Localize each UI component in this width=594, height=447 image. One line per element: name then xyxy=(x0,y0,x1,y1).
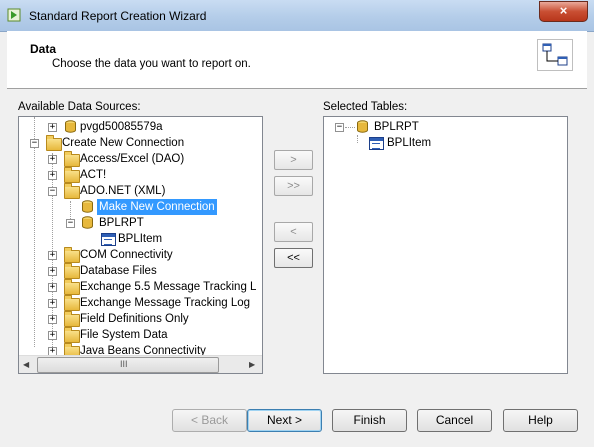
tree-item-label: ACT! xyxy=(80,169,107,181)
wizard-header: Data Choose the data you want to report … xyxy=(7,31,587,89)
tree-connector xyxy=(345,127,355,128)
available-sources-tree[interactable]: + pvgd50085579a − Create New Connection … xyxy=(18,116,263,374)
tree-item-label: Access/Excel (DAO) xyxy=(80,153,185,165)
tree-item-label: BPLItem xyxy=(118,233,163,245)
remove-all-button[interactable]: << xyxy=(274,248,313,268)
tree-item-label: Make New Connection xyxy=(97,199,217,215)
folder-icon xyxy=(64,279,80,295)
finish-button[interactable]: Finish xyxy=(332,409,407,432)
selected-tables-tree[interactable]: − BPLRPT BPLItem xyxy=(323,116,568,374)
tree-item-label: BPLItem xyxy=(387,137,432,149)
folder-icon xyxy=(64,263,80,279)
expand-toggle[interactable]: + xyxy=(48,331,57,340)
collapse-toggle[interactable]: − xyxy=(335,123,344,132)
app-icon xyxy=(7,8,21,22)
cancel-button[interactable]: Cancel xyxy=(417,409,492,432)
folder-icon xyxy=(64,167,80,183)
wizard-footer: < Back Next > Finish Cancel Help xyxy=(7,400,587,440)
database-icon xyxy=(65,120,76,133)
step-description: Choose the data you want to report on. xyxy=(52,58,251,70)
remove-button[interactable]: < xyxy=(274,222,313,242)
folder-icon xyxy=(64,247,80,263)
tree-item-label: Database Files xyxy=(80,265,157,277)
step-title: Data xyxy=(30,42,57,56)
vertical-scrollbar[interactable]: ▲ ≡ ▼ xyxy=(262,117,263,355)
expand-toggle[interactable]: + xyxy=(48,315,57,324)
add-button[interactable]: > xyxy=(274,150,313,170)
scroll-left-icon[interactable]: ◀ xyxy=(23,360,29,369)
next-button[interactable]: Next > xyxy=(247,409,322,432)
collapse-toggle[interactable]: − xyxy=(48,187,57,196)
title-bar: Standard Report Creation Wizard × xyxy=(0,0,594,32)
available-sources-label: Available Data Sources: xyxy=(18,101,141,113)
tree-connector xyxy=(357,135,358,143)
tree-item-label: pvgd50085579a xyxy=(80,121,163,133)
tree-item-label: Create New Connection xyxy=(62,137,185,149)
scroll-corner xyxy=(262,355,263,372)
close-button[interactable]: × xyxy=(539,1,588,22)
expand-toggle[interactable]: + xyxy=(48,299,57,308)
add-all-button[interactable]: >> xyxy=(274,176,313,196)
tree-item-label: COM Connectivity xyxy=(80,249,173,261)
selected-tables-label: Selected Tables: xyxy=(323,101,408,113)
table-icon xyxy=(369,137,384,150)
horizontal-scroll-thumb[interactable]: III xyxy=(37,357,219,373)
expand-toggle[interactable]: + xyxy=(48,123,57,132)
folder-icon xyxy=(64,183,80,199)
tree-item-label: Exchange 5.5 Message Tracking L xyxy=(80,281,257,293)
database-icon xyxy=(357,120,368,133)
folder-icon xyxy=(64,151,80,167)
tree-item-label: Exchange Message Tracking Log xyxy=(80,297,251,309)
folder-icon xyxy=(64,311,80,327)
expand-toggle[interactable]: + xyxy=(48,251,57,260)
table-icon xyxy=(101,233,116,246)
folder-icon xyxy=(64,327,80,343)
expand-toggle[interactable]: + xyxy=(48,155,57,164)
back-button[interactable]: < Back xyxy=(172,409,247,432)
expand-toggle[interactable]: + xyxy=(48,171,57,180)
help-button[interactable]: Help xyxy=(503,409,578,432)
new-connection-icon xyxy=(82,200,93,213)
tree-item-label: BPLRPT xyxy=(374,121,419,133)
folder-icon xyxy=(46,135,62,151)
expand-toggle[interactable]: + xyxy=(48,283,57,292)
tree-item-label: File System Data xyxy=(80,329,168,341)
tree-connector xyxy=(34,117,35,347)
expand-toggle[interactable]: + xyxy=(48,267,57,276)
window-title: Standard Report Creation Wizard xyxy=(29,9,207,23)
scroll-right-icon[interactable]: ▶ xyxy=(249,360,255,369)
collapse-toggle[interactable]: − xyxy=(30,139,39,148)
collapse-toggle[interactable]: − xyxy=(66,219,75,228)
tree-item-label: BPLRPT xyxy=(99,217,144,229)
tree-item-label: ADO.NET (XML) xyxy=(80,185,166,197)
folder-icon xyxy=(64,295,80,311)
horizontal-scrollbar[interactable]: ◀ III ▶ xyxy=(19,355,262,373)
data-step-icon xyxy=(537,39,573,71)
tree-item-label: Field Definitions Only xyxy=(80,313,189,325)
database-icon xyxy=(82,216,93,229)
grip-icon: III xyxy=(120,359,128,369)
